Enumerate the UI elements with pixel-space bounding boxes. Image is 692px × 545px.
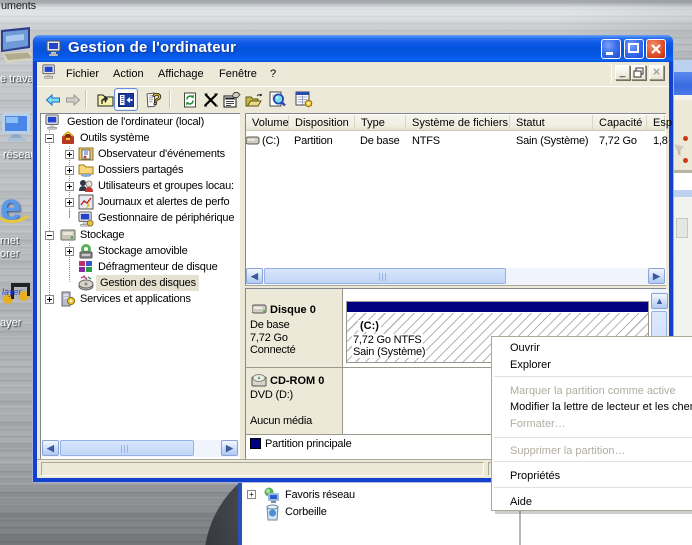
svg-text:?: ?	[150, 91, 163, 109]
svg-text:layer: layer	[2, 287, 23, 297]
